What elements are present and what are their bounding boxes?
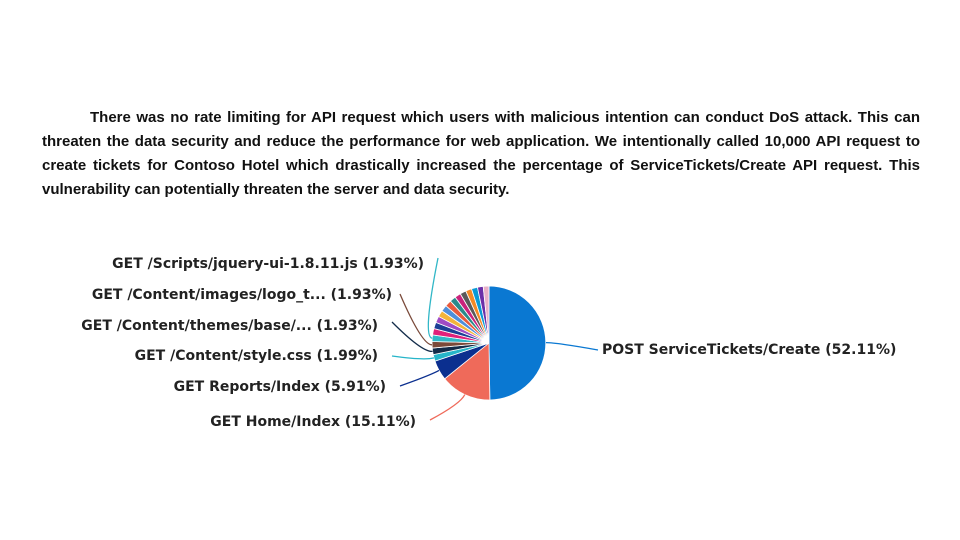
- slice-label: GET Reports/Index (5.91%): [174, 379, 386, 395]
- leader-line: [391, 321, 433, 352]
- leader-line: [399, 369, 440, 387]
- pie-slices: [431, 285, 547, 401]
- slide: There was no rate limiting for API reque…: [0, 0, 960, 540]
- leader-line: [391, 355, 435, 360]
- pie-chart: POST ServiceTickets/Create (52.11%) GET H…: [81, 256, 896, 430]
- pie-slice: [488, 285, 547, 401]
- slice-label: GET /Content/themes/base/... (1.93%): [81, 318, 378, 334]
- slice-label: GET /Scripts/jquery-ui-1.8.11.js (1.93%): [112, 256, 424, 272]
- slice-label: GET /Content/images/logo_t... (1.93%): [92, 287, 392, 303]
- slice-label: POST ServiceTickets/Create (52.11%): [602, 342, 896, 358]
- slice-label: GET Home/Index (15.11%): [210, 414, 416, 430]
- slice-label: GET /Content/style.css (1.99%): [135, 348, 378, 364]
- leader-line: [399, 293, 433, 346]
- leader-line: [429, 394, 466, 421]
- leader-line: [545, 341, 599, 351]
